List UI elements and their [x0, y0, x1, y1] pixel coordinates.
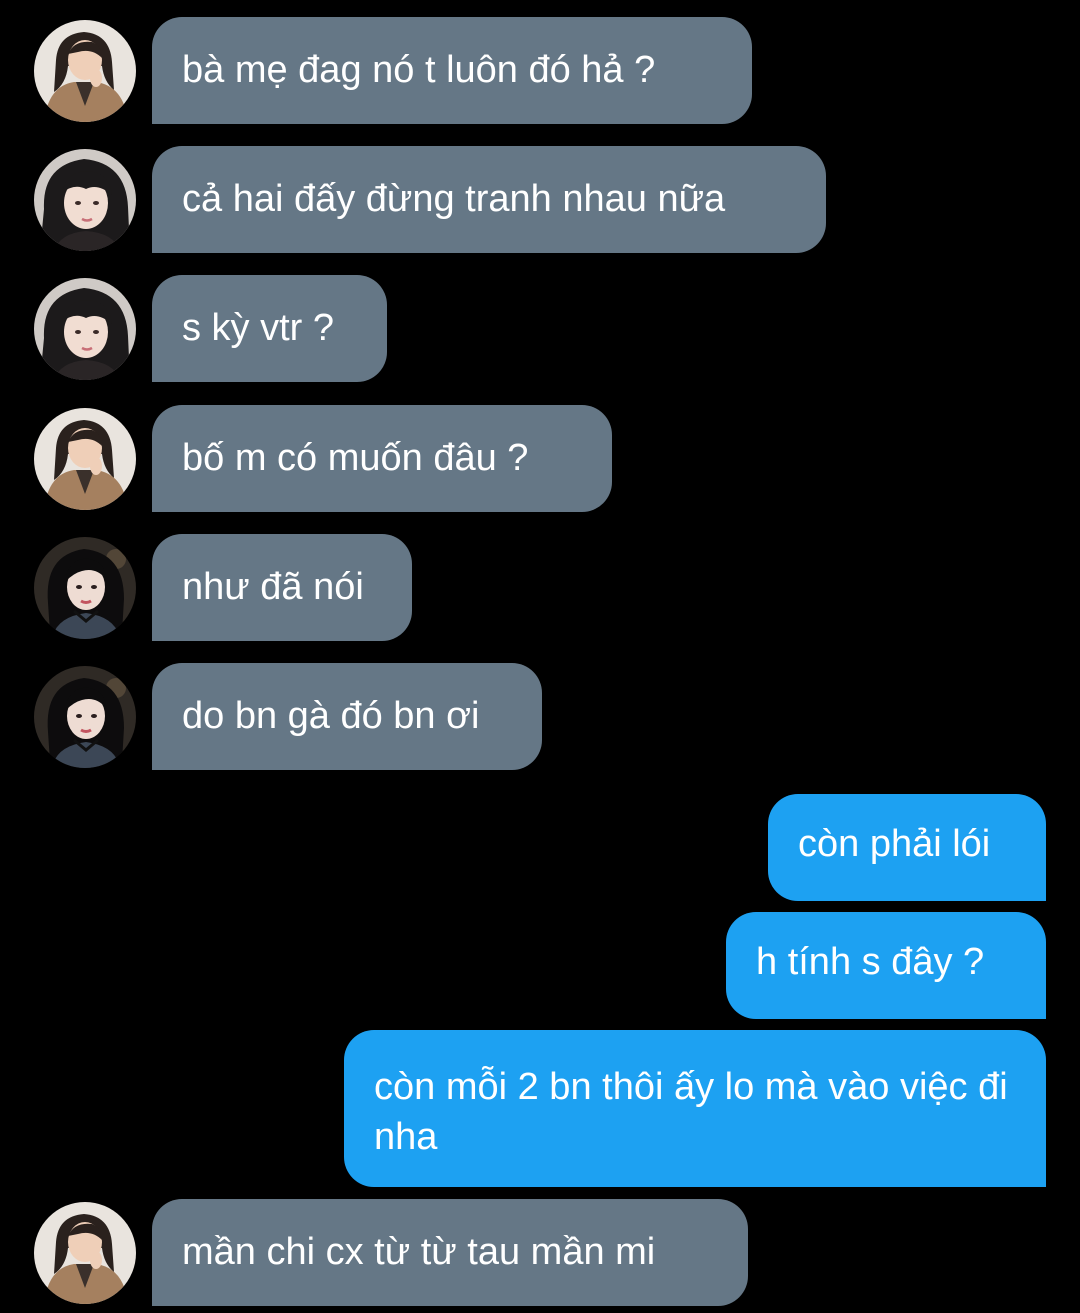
message-bubble-incoming[interactable]: cả hai đấy đừng tranh nhau nữa — [152, 146, 826, 253]
avatar-image-c — [34, 666, 136, 768]
message-bubble-incoming[interactable]: như đã nói — [152, 534, 412, 641]
avatar-image-a — [34, 1202, 136, 1304]
message-bubble-incoming[interactable]: s kỳ vtr ? — [152, 275, 387, 382]
message-bubble-outgoing[interactable]: h tính s đây ? — [726, 912, 1046, 1019]
avatar[interactable] — [34, 408, 136, 510]
message-text: s kỳ vtr ? — [182, 307, 335, 349]
message-text: còn mỗi 2 bn thôi ấy lo mà vào việc đi n… — [374, 1066, 1008, 1158]
message-text: cả hai đấy đừng tranh nhau nữa — [182, 178, 726, 220]
avatar-image-a — [34, 20, 136, 122]
message-bubble-outgoing[interactable]: còn mỗi 2 bn thôi ấy lo mà vào việc đi n… — [344, 1030, 1046, 1187]
message-text: mần chi cx từ từ tau mần mi — [182, 1231, 656, 1273]
avatar-image-a — [34, 408, 136, 510]
message-text: còn phải lói — [798, 823, 991, 865]
avatar-image-b — [34, 149, 136, 251]
avatar-image-c — [34, 537, 136, 639]
avatar[interactable] — [34, 149, 136, 251]
avatar[interactable] — [34, 278, 136, 380]
message-text: do bn gà đó bn ơi — [182, 695, 480, 737]
avatar[interactable] — [34, 537, 136, 639]
message-text: bà mẹ đag nó t luôn đó hả ? — [182, 49, 656, 91]
avatar[interactable] — [34, 20, 136, 122]
message-bubble-incoming[interactable]: do bn gà đó bn ơi — [152, 663, 542, 770]
message-bubble-outgoing[interactable]: còn phải lói — [768, 794, 1046, 901]
message-text: bố m có muốn đâu ? — [182, 437, 529, 479]
message-text: h tính s đây ? — [756, 941, 985, 983]
avatar[interactable] — [34, 666, 136, 768]
message-bubble-incoming[interactable]: bà mẹ đag nó t luôn đó hả ? — [152, 17, 752, 124]
message-bubble-incoming[interactable]: bố m có muốn đâu ? — [152, 405, 612, 512]
message-bubble-incoming[interactable]: mần chi cx từ từ tau mần mi — [152, 1199, 748, 1306]
message-text: như đã nói — [182, 566, 364, 608]
avatar-image-b — [34, 278, 136, 380]
avatar[interactable] — [34, 1202, 136, 1304]
